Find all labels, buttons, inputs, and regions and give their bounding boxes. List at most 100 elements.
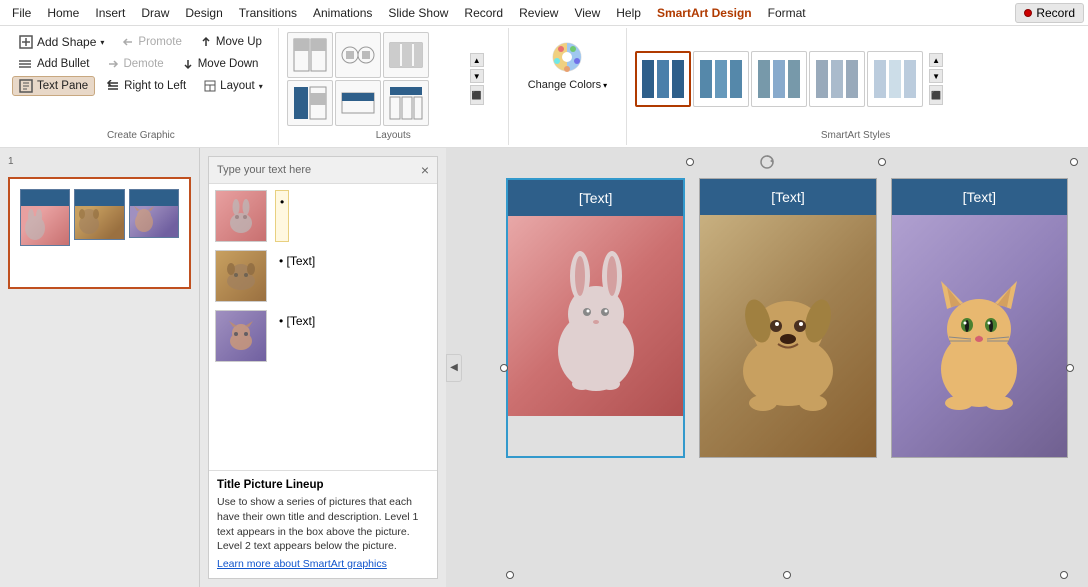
text-pane-header: Type your text here × <box>209 157 437 184</box>
text-pane-text-3[interactable]: • [Text] <box>275 310 319 362</box>
menu-file[interactable]: File <box>4 4 39 22</box>
text-pane-img-2 <box>215 250 267 302</box>
handle-bottom-center[interactable] <box>783 571 791 579</box>
add-shape-label: Add Shape <box>37 35 96 49</box>
menu-help[interactable]: Help <box>608 4 649 22</box>
handle-top-center[interactable] <box>878 158 886 166</box>
text-pane-close-button[interactable]: × <box>421 163 429 177</box>
change-colors-button[interactable]: Change Colors ▾ <box>517 32 618 98</box>
add-bullet-icon <box>19 57 33 71</box>
menu-view[interactable]: View <box>566 4 608 22</box>
layout-button[interactable]: Layout ▾ <box>197 77 270 95</box>
slide-thumbnail[interactable] <box>8 177 191 289</box>
card-1-header[interactable]: [Text] <box>508 180 683 216</box>
move-up-button[interactable]: Move Up <box>193 33 269 51</box>
thumb-card-1 <box>20 189 70 246</box>
handle-top-right[interactable] <box>1070 158 1078 166</box>
menu-format[interactable]: Format <box>760 4 814 22</box>
layout-swatch-4[interactable] <box>287 80 333 126</box>
text-pane-text-2[interactable]: • [Text] <box>275 250 319 302</box>
smartart-card-2[interactable]: [Text] <box>699 178 876 458</box>
layouts-scroll-all-button[interactable]: ⬛ <box>470 85 484 105</box>
color-palette-icon <box>549 39 585 75</box>
style-swatch-2[interactable] <box>693 51 749 107</box>
ribbon-group-layouts: ▲ ▼ ⬛ Layouts <box>279 28 509 145</box>
record-button-label: Record <box>1036 6 1075 20</box>
canvas-area: [Text] <box>446 148 1088 587</box>
menu-slideshow[interactable]: Slide Show <box>380 4 456 22</box>
text-pane-panel: Type your text here × <box>208 156 438 579</box>
menu-bar: File Home Insert Draw Design Transitions… <box>0 0 1088 26</box>
menu-review[interactable]: Review <box>511 4 566 22</box>
rotation-handle[interactable] <box>759 154 775 173</box>
layout-swatch-5[interactable] <box>335 80 381 126</box>
menu-record[interactable]: Record <box>456 4 511 22</box>
layouts-scroll-up-button[interactable]: ▲ <box>470 53 484 67</box>
text-pane-item-3[interactable]: • [Text] <box>213 308 433 364</box>
menu-home[interactable]: Home <box>39 4 87 22</box>
styles-scroll-all-button[interactable]: ⬛ <box>929 85 943 105</box>
layouts-scroll-down-button[interactable]: ▼ <box>470 69 484 83</box>
smartart-card-3[interactable]: [Text] <box>891 178 1068 458</box>
menu-insert[interactable]: Insert <box>87 4 133 22</box>
collapse-text-pane-button[interactable]: ◀ <box>446 354 462 382</box>
handle-middle-right[interactable] <box>1066 364 1074 372</box>
record-button[interactable]: Record <box>1015 3 1084 23</box>
style-swatch-4[interactable] <box>809 51 865 107</box>
handle-middle-left[interactable] <box>500 364 508 372</box>
ribbon: Add Shape ▾ Promote Move Up Add Bullet <box>0 26 1088 148</box>
card-1-image <box>508 216 683 416</box>
ribbon-group-create-graphic: Add Shape ▾ Promote Move Up Add Bullet <box>4 28 279 145</box>
text-pane-button[interactable]: Text Pane <box>12 76 95 96</box>
promote-button: Promote <box>115 33 188 51</box>
styles-scroll-up-button[interactable]: ▲ <box>929 53 943 67</box>
rabbit-illustration <box>536 236 656 396</box>
handle-top-left[interactable] <box>686 158 694 166</box>
text-pane-item-1[interactable]: • <box>213 188 433 244</box>
handle-bottom-right[interactable] <box>1060 571 1068 579</box>
handle-bottom-left[interactable] <box>506 571 514 579</box>
menu-design[interactable]: Design <box>177 4 230 22</box>
text-pane-icon <box>19 79 33 93</box>
text-pane-img-row-3: • [Text] <box>215 310 319 362</box>
card-2-header[interactable]: [Text] <box>700 179 875 215</box>
text-pane-item-2[interactable]: • [Text] <box>213 248 433 304</box>
text-pane-bullet-1: • <box>280 195 284 209</box>
thumb-card-3 <box>129 189 179 238</box>
styles-scroll-down-button[interactable]: ▼ <box>929 69 943 83</box>
text-pane-footer: Title Picture Lineup Use to show a serie… <box>209 470 437 578</box>
create-graphic-label: Create Graphic <box>12 126 270 141</box>
menu-transitions[interactable]: Transitions <box>231 4 305 22</box>
change-colors-dropdown-icon: ▾ <box>603 81 607 90</box>
right-to-left-button[interactable]: Right to Left <box>99 77 193 95</box>
layouts-label: Layouts <box>287 126 500 141</box>
smartart-card-1[interactable]: [Text] <box>506 178 685 458</box>
text-pane-input-1[interactable]: • <box>275 190 289 242</box>
layout-swatch-6[interactable] <box>383 80 429 126</box>
slide-thumb-inner <box>14 183 185 283</box>
menu-draw[interactable]: Draw <box>133 4 177 22</box>
text-pane-img-3 <box>215 310 267 362</box>
slide-panel: 1 <box>0 148 200 587</box>
bottom-handles-row <box>506 571 1068 579</box>
card-3-header[interactable]: [Text] <box>892 179 1067 215</box>
promote-icon <box>122 37 134 47</box>
add-bullet-button[interactable]: Add Bullet <box>12 54 96 74</box>
ribbon-left-buttons: Add Shape ▾ Promote Move Up Add Bullet <box>12 32 270 126</box>
layout-swatch-1[interactable] <box>287 32 333 78</box>
menu-animations[interactable]: Animations <box>305 4 380 22</box>
text-pane-img-1 <box>215 190 267 242</box>
layout-swatch-2[interactable] <box>335 32 381 78</box>
menu-smartart-design[interactable]: SmartArt Design <box>649 4 760 22</box>
demote-button: Demote <box>100 55 170 73</box>
move-down-button[interactable]: Move Down <box>175 55 266 73</box>
style-swatch-5[interactable] <box>867 51 923 107</box>
slide-number: 1 <box>8 156 191 167</box>
top-handles-row <box>686 158 1078 166</box>
style-swatch-3[interactable] <box>751 51 807 107</box>
text-pane-content: • <box>209 184 437 470</box>
text-pane-learn-more-link[interactable]: Learn more about SmartArt graphics <box>217 558 429 570</box>
layout-swatch-3[interactable] <box>383 32 429 78</box>
add-shape-button[interactable]: Add Shape ▾ <box>12 32 111 52</box>
style-swatch-1[interactable] <box>635 51 691 107</box>
